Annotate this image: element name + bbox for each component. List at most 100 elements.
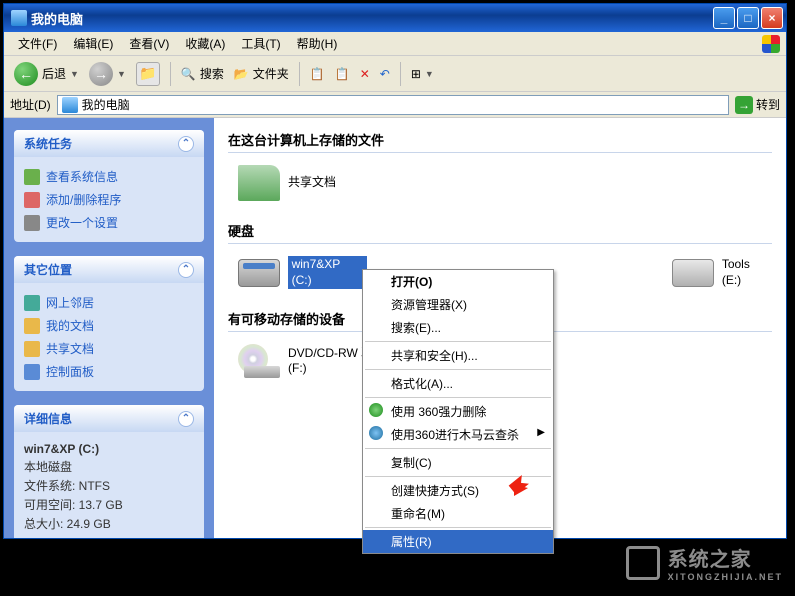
mydocs-icon <box>24 318 40 334</box>
shared-icon <box>24 341 40 357</box>
close-button[interactable]: × <box>761 7 783 29</box>
watermark-logo-icon <box>626 546 660 580</box>
item-dvd-drive[interactable]: DVD/CD-RW 驱(F:) <box>238 344 373 378</box>
ctx-search[interactable]: 搜索(E)... <box>363 316 553 339</box>
watermark: 系统之家 XITONGZHIJIA.NET <box>626 543 783 582</box>
hdd-icon <box>238 259 280 287</box>
task-change-setting[interactable]: 更改一个设置 <box>24 211 194 234</box>
computer-icon <box>11 10 27 26</box>
detail-drive-name: win7&XP (C:) <box>24 442 194 456</box>
go-arrow-icon: → <box>735 96 753 114</box>
toolbar: ← 后退 ▼ → ▼ 📁 🔍 搜索 📂 文件夹 📋 📋 ✕ ↶ ⊞▼ <box>4 56 786 92</box>
item-drive-e[interactable]: Tools (E:) <box>672 257 772 288</box>
menu-favorites[interactable]: 收藏(A) <box>177 35 233 52</box>
item-shared-documents[interactable]: 共享文档 <box>238 165 336 201</box>
dropdown-icon[interactable]: ▼ <box>117 69 126 79</box>
detail-drive-type: 本地磁盘 <box>24 458 194 475</box>
cd-drive-icon <box>238 344 280 378</box>
360-icon <box>369 403 383 417</box>
delete-button[interactable]: ✕ <box>356 65 374 83</box>
menubar: 文件(F) 编辑(E) 查看(V) 收藏(A) 工具(T) 帮助(H) <box>4 32 786 56</box>
place-shareddocs[interactable]: 共享文档 <box>24 337 194 360</box>
submenu-arrow-icon: ▶ <box>537 427 545 438</box>
task-view-sysinfo[interactable]: 查看系统信息 <box>24 165 194 188</box>
undo-button[interactable]: ↶ <box>376 65 394 83</box>
menu-file[interactable]: 文件(F) <box>10 35 65 52</box>
ctx-copy[interactable]: 复制(C) <box>363 451 553 474</box>
folder-icon <box>238 165 280 201</box>
folder-up-icon: 📁 <box>136 62 160 86</box>
window-title: 我的电脑 <box>31 9 83 28</box>
delete-icon: ✕ <box>360 67 370 81</box>
ctx-360-delete[interactable]: 使用 360强力删除 <box>363 400 553 423</box>
drive-c-label: win7&XP (C:) <box>288 256 367 289</box>
folders-button[interactable]: 📂 文件夹 <box>230 63 293 84</box>
place-mydocs[interactable]: 我的文档 <box>24 314 194 337</box>
windows-logo-icon <box>762 35 780 53</box>
views-icon: ⊞ <box>411 67 421 81</box>
network-icon <box>24 295 40 311</box>
menu-view[interactable]: 查看(V) <box>121 35 177 52</box>
moveto-icon: 📋 <box>310 67 325 81</box>
copyto-icon: 📋 <box>335 67 350 81</box>
back-button[interactable]: ← 后退 ▼ <box>10 60 83 88</box>
360-scan-icon <box>369 426 383 440</box>
system-tasks-panel: 系统任务 ⌃ 查看系统信息 添加/删除程序 更改一个设置 <box>14 130 204 242</box>
ctx-create-shortcut[interactable]: 创建快捷方式(S) <box>363 479 553 502</box>
cpanel-icon <box>24 364 40 380</box>
place-network[interactable]: 网上邻居 <box>24 291 194 314</box>
hdd-icon <box>672 259 714 287</box>
ctx-properties[interactable]: 属性(R) <box>363 530 553 553</box>
detail-filesystem: 文件系统: NTFS <box>24 477 194 494</box>
ctx-format[interactable]: 格式化(A)... <box>363 372 553 395</box>
minimize-button[interactable]: _ <box>713 7 735 29</box>
undo-icon: ↶ <box>380 67 390 81</box>
panel-header[interactable]: 详细信息 ⌃ <box>14 405 204 432</box>
up-button[interactable]: 📁 <box>132 60 164 88</box>
ctx-explorer[interactable]: 资源管理器(X) <box>363 293 553 316</box>
section-stored-files: 在这台计算机上存储的文件 <box>228 130 772 153</box>
go-button[interactable]: → 转到 <box>735 96 780 114</box>
copy-to-button[interactable]: 📋 <box>331 65 354 83</box>
panel-header[interactable]: 系统任务 ⌃ <box>14 130 204 157</box>
collapse-icon[interactable]: ⌃ <box>178 136 194 152</box>
place-controlpanel[interactable]: 控制面板 <box>24 360 194 383</box>
collapse-icon[interactable]: ⌃ <box>178 411 194 427</box>
settings-icon <box>24 215 40 231</box>
maximize-button[interactable]: □ <box>737 7 759 29</box>
context-menu: 打开(O) 资源管理器(X) 搜索(E)... 共享和安全(H)... 格式化(… <box>362 269 554 554</box>
detail-totalsize: 总大小: 24.9 GB <box>24 515 194 532</box>
address-input[interactable]: 我的电脑 <box>57 95 729 115</box>
forward-button[interactable]: → ▼ <box>85 60 130 88</box>
sysinfo-icon <box>24 169 40 185</box>
address-label: 地址(D) <box>10 96 51 113</box>
ctx-open[interactable]: 打开(O) <box>363 270 553 293</box>
address-bar: 地址(D) 我的电脑 → 转到 <box>4 92 786 118</box>
move-to-button[interactable]: 📋 <box>306 65 329 83</box>
section-hard-disks: 硬盘 <box>228 221 772 244</box>
views-button[interactable]: ⊞▼ <box>407 65 438 83</box>
programs-icon <box>24 192 40 208</box>
computer-icon <box>62 97 78 113</box>
details-panel: 详细信息 ⌃ win7&XP (C:) 本地磁盘 文件系统: NTFS 可用空间… <box>14 405 204 538</box>
detail-freespace: 可用空间: 13.7 GB <box>24 496 194 513</box>
collapse-icon[interactable]: ⌃ <box>178 262 194 278</box>
item-drive-c[interactable]: win7&XP (C:) <box>238 256 367 289</box>
task-add-remove[interactable]: 添加/删除程序 <box>24 188 194 211</box>
forward-arrow-icon: → <box>89 62 113 86</box>
other-places-panel: 其它位置 ⌃ 网上邻居 我的文档 共享文档 控制面板 <box>14 256 204 391</box>
panel-header[interactable]: 其它位置 ⌃ <box>14 256 204 283</box>
ctx-share[interactable]: 共享和安全(H)... <box>363 344 553 367</box>
drive-e-label: Tools (E:) <box>722 257 772 288</box>
ctx-rename[interactable]: 重命名(M) <box>363 502 553 525</box>
search-icon: 🔍 <box>181 67 196 81</box>
titlebar[interactable]: 我的电脑 _ □ × <box>4 4 786 32</box>
search-button[interactable]: 🔍 搜索 <box>177 63 228 84</box>
menu-edit[interactable]: 编辑(E) <box>65 35 121 52</box>
menu-tools[interactable]: 工具(T) <box>233 35 288 52</box>
ctx-360-scan[interactable]: 使用360进行木马云查杀▶ <box>363 423 553 446</box>
menu-help[interactable]: 帮助(H) <box>289 35 346 52</box>
sidebar: 系统任务 ⌃ 查看系统信息 添加/删除程序 更改一个设置 其它位置 ⌃ 网上邻居… <box>4 118 214 538</box>
folders-icon: 📂 <box>234 67 249 81</box>
dropdown-icon[interactable]: ▼ <box>70 69 79 79</box>
